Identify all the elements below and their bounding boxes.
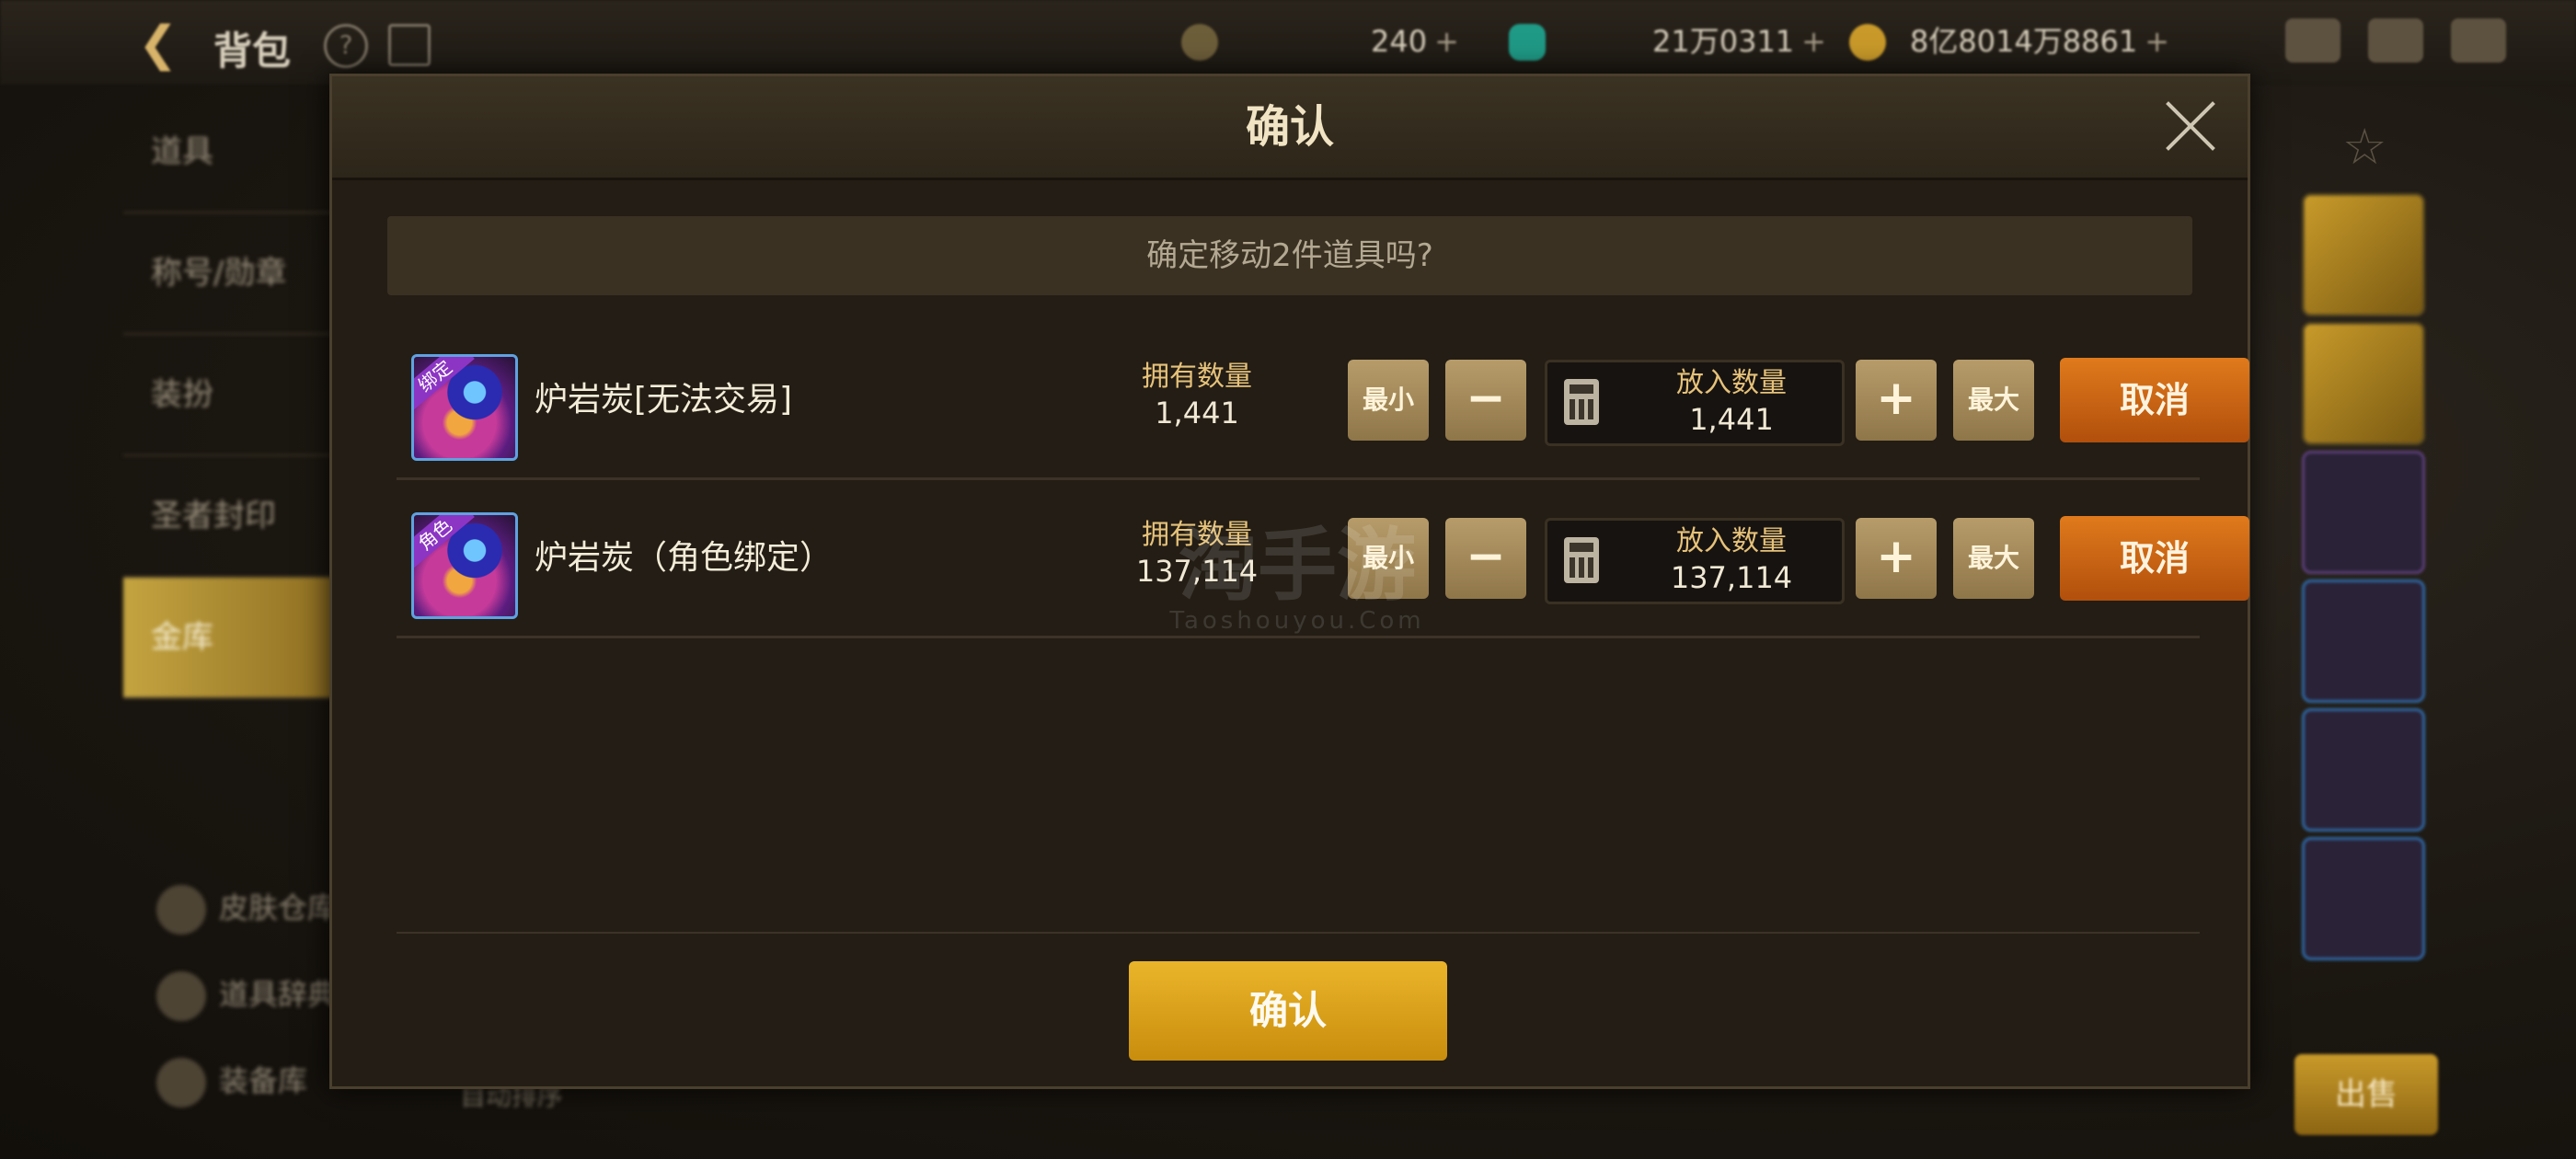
owned-quantity: 拥有数量 1,441: [1142, 361, 1252, 430]
inventory-slot[interactable]: [2302, 451, 2425, 574]
cancel-button[interactable]: 取消: [2060, 516, 2249, 601]
sidebar-item-vault[interactable]: 金库: [123, 578, 353, 699]
max-button[interactable]: 最大: [1953, 360, 2034, 441]
bag-icon[interactable]: [2285, 18, 2340, 63]
plus-icon[interactable]: +: [1801, 24, 1826, 59]
inventory-slot[interactable]: [2302, 580, 2425, 703]
sidebar-item-titles[interactable]: 称号/勋章: [123, 213, 353, 335]
item-name: 炉岩炭[无法交易]: [535, 381, 793, 419]
divider: [397, 932, 2200, 934]
put-quantity-field[interactable]: 放入数量 1,441: [1545, 360, 1845, 446]
mail-icon[interactable]: [2368, 18, 2423, 63]
inventory-grid: [2245, 193, 2429, 1003]
inventory-slot[interactable]: [2302, 193, 2425, 316]
max-button[interactable]: 最大: [1953, 518, 2034, 599]
min-button[interactable]: 最小: [1348, 360, 1429, 441]
bound-tag: 角色: [414, 515, 475, 570]
confirm-message: 确定移动2件道具吗?: [387, 216, 2192, 295]
list-item: 绑定 炉岩炭[无法交易] 拥有数量 1,441 最小 − 放入数量 1,441 …: [397, 323, 2249, 480]
currency-3: 8亿8014万8861 +: [1910, 24, 2170, 59]
lava-coal-icon: 绑定: [411, 354, 518, 461]
minus-icon: −: [1466, 529, 1506, 584]
dialog-header: 确认: [332, 76, 2248, 180]
star-icon[interactable]: ☆: [2342, 118, 2386, 176]
sidebar-item-items[interactable]: 道具: [123, 92, 353, 213]
page-title: 背包: [213, 29, 292, 74]
sidebar-item-avatar[interactable]: 装扮: [123, 335, 353, 456]
arrow-left-icon[interactable]: ❮: [138, 17, 178, 72]
plus-icon: +: [1876, 371, 1916, 426]
inventory-slot[interactable]: [2302, 837, 2425, 960]
gold-coin-icon: [1849, 24, 1886, 61]
sidebar-item-seal[interactable]: 圣者封印: [123, 456, 353, 578]
calendar-icon[interactable]: [388, 24, 431, 66]
armor-icon: [156, 1058, 206, 1107]
minus-button[interactable]: −: [1445, 360, 1526, 441]
calculator-icon[interactable]: [1564, 379, 1599, 425]
book-icon: [156, 971, 206, 1021]
coin-c-icon: [1181, 24, 1218, 61]
plus-button[interactable]: +: [1856, 360, 1937, 441]
close-icon[interactable]: [2161, 97, 2220, 155]
help-icon[interactable]: ?: [324, 24, 368, 68]
calculator-icon[interactable]: [1564, 537, 1599, 583]
plus-icon[interactable]: +: [1434, 24, 1459, 59]
skin-icon: [156, 885, 206, 935]
put-quantity-field[interactable]: 放入数量 137,114: [1545, 518, 1845, 604]
sell-button[interactable]: 出售: [2294, 1054, 2438, 1135]
gem-icon: [1509, 24, 1546, 61]
watermark: 淘手游 Taoshouyou.Com: [1169, 520, 1425, 635]
inventory-slot[interactable]: [2302, 708, 2425, 832]
plus-icon[interactable]: +: [2145, 24, 2169, 59]
plus-button[interactable]: +: [1856, 518, 1937, 599]
chat-icon[interactable]: [2451, 18, 2506, 63]
sidebar: 道具 称号/勋章 装扮 圣者封印 金库: [123, 92, 353, 736]
top-bar: ❮ 背包 ? 240 + 21万0311 + 8亿8014万8861 +: [0, 0, 2576, 85]
item-name: 炉岩炭（角色绑定）: [535, 539, 834, 577]
inventory-slot[interactable]: [2302, 322, 2425, 445]
plus-icon: +: [1876, 529, 1916, 584]
minus-icon: −: [1466, 371, 1506, 426]
bound-tag: 绑定: [414, 357, 475, 412]
cancel-button[interactable]: 取消: [2060, 358, 2249, 442]
currency-1: 240 +: [1371, 24, 1459, 59]
currency-2: 21万0311 +: [1652, 24, 1826, 59]
confirm-button[interactable]: 确认: [1129, 961, 1447, 1061]
lava-coal-icon: 角色: [411, 512, 518, 619]
minus-button[interactable]: −: [1445, 518, 1526, 599]
dialog-title: 确认: [1245, 101, 1334, 153]
